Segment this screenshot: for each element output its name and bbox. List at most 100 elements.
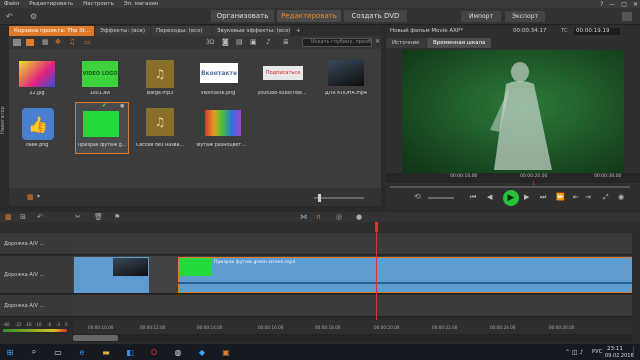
snap-icon[interactable]: ⋈ xyxy=(300,213,307,221)
minimize-icon[interactable]: — xyxy=(609,1,615,8)
maximize-icon[interactable]: □ xyxy=(621,1,627,8)
add-tab-icon[interactable]: + xyxy=(291,26,301,36)
move-icon[interactable]: ✥ xyxy=(55,38,61,46)
magnet-icon[interactable]: ∩ xyxy=(316,213,321,221)
picture-icon[interactable]: ▣ xyxy=(250,38,257,46)
back-icon[interactable]: ↶ xyxy=(6,12,16,21)
prev-frame-icon[interactable]: ◀ xyxy=(487,193,492,201)
layout-icon[interactable] xyxy=(622,12,632,21)
tab-edit[interactable]: Редактировать xyxy=(277,10,341,22)
menu-setup[interactable]: Настроить xyxy=(83,1,114,7)
export-button[interactable]: Экспорт xyxy=(505,11,545,22)
to-start-icon[interactable]: ⏮ xyxy=(470,193,476,202)
thumb-youtube-subscribe[interactable]: Подписаться xyxy=(263,66,303,80)
help-icon[interactable]: ? xyxy=(600,1,603,8)
current-timecode[interactable]: 00:00:19.19 xyxy=(574,28,620,35)
track-lane-3[interactable] xyxy=(73,295,632,317)
edge-icon[interactable]: e xyxy=(76,346,88,358)
opera-icon[interactable]: O xyxy=(148,346,160,358)
fullscreen-icon[interactable]: ⤢ xyxy=(603,193,609,202)
app-icon[interactable]: ▣ xyxy=(220,346,232,358)
show-desktop-button[interactable] xyxy=(633,346,638,358)
menu-edit[interactable]: Редактировать xyxy=(29,1,73,7)
render-icon[interactable]: ◎ xyxy=(336,213,342,221)
timeline-settings-icon[interactable]: ▦ xyxy=(5,213,12,221)
timeline-scrollbar[interactable] xyxy=(73,334,632,342)
trash-icon[interactable]: 🗑 xyxy=(94,213,103,221)
folder-icon[interactable] xyxy=(13,39,21,46)
tab-create-dvd[interactable]: Создать DVD xyxy=(344,10,407,22)
store-icon[interactable]: ◧ xyxy=(124,346,136,358)
tab-sound-effects[interactable]: Звуковые эффекты: (все) xyxy=(212,26,290,36)
audio-note-icon[interactable]: ♫ xyxy=(146,60,174,88)
language-indicator[interactable]: РУС xyxy=(592,349,603,355)
track-add-icon[interactable]: ⊞ xyxy=(20,213,26,221)
item-options-icon[interactable]: ● xyxy=(120,103,124,109)
thumb-like-icon[interactable]: 👍 xyxy=(22,108,54,140)
close-tab-icon[interactable]: ✕ xyxy=(93,28,94,34)
playhead-line[interactable] xyxy=(376,222,377,332)
volume-slider[interactable] xyxy=(428,197,454,199)
mark-out-icon[interactable]: ⇥ xyxy=(585,193,591,201)
tab-project-bin[interactable]: Корзина проекта: The St...✕ xyxy=(9,26,94,36)
task-view-icon[interactable]: ▭ xyxy=(52,346,64,358)
camera-snapshot-icon[interactable]: ◉ xyxy=(618,193,624,201)
clock-date[interactable]: 09.02.2016 xyxy=(605,353,634,359)
track-header-2[interactable]: Дорожка A/V ... xyxy=(0,256,73,294)
folder-orange-icon[interactable] xyxy=(26,39,34,46)
tab-transitions[interactable]: Переходы: (все) xyxy=(151,26,211,36)
scissors-icon[interactable]: ✂ xyxy=(75,213,81,221)
marker-icon[interactable]: ⚑ xyxy=(114,213,120,221)
menu-file[interactable]: Файл xyxy=(4,1,19,7)
thumb-22-jpg[interactable] xyxy=(19,61,55,87)
tab-source[interactable]: Источник xyxy=(386,38,426,48)
thumb-1001-avi[interactable]: VIDEO LOGO xyxy=(82,61,118,87)
grid-view-icon[interactable]: ▦ xyxy=(27,193,34,201)
library-search-input[interactable]: Искать глубину, преобразования xyxy=(302,38,372,47)
view-3d-toggle[interactable]: 3D xyxy=(206,39,214,46)
tray-icons[interactable]: ⌃ ◫ ♪ xyxy=(565,349,583,356)
thumb-dark-video[interactable] xyxy=(328,60,364,86)
track-header-1[interactable]: Дорожка A/V ... xyxy=(0,233,73,255)
loop-icon[interactable]: ⟲ xyxy=(414,192,421,201)
mark-in-icon[interactable]: ⇤ xyxy=(573,193,579,201)
tab-effects[interactable]: Эффекты: (все) xyxy=(95,26,150,36)
camera-icon[interactable]: ◙ xyxy=(222,38,229,46)
media-icon[interactable]: ◍ xyxy=(172,346,184,358)
to-end-icon[interactable]: ⏭ xyxy=(540,193,546,202)
fast-forward-icon[interactable]: ⏩ xyxy=(556,193,565,201)
tab-timeline[interactable]: Временная шкала xyxy=(427,38,491,48)
layers-icon[interactable]: ≣ xyxy=(283,38,289,46)
audio-note-icon[interactable]: ♫ xyxy=(146,108,174,136)
play-button[interactable]: ▶ xyxy=(503,190,519,206)
menu-store[interactable]: Эл. магазин xyxy=(124,1,159,7)
zoom-slider[interactable] xyxy=(314,197,364,199)
next-frame-icon[interactable]: ▶ xyxy=(524,193,529,201)
pinnacle-icon[interactable]: ◆ xyxy=(196,346,208,358)
explorer-icon[interactable]: ▬ xyxy=(100,346,112,358)
tab-organize[interactable]: Организовать xyxy=(211,10,274,22)
scrub-bar[interactable] xyxy=(390,186,630,188)
close-icon[interactable]: ✕ xyxy=(633,1,638,8)
film-icon[interactable]: ▤ xyxy=(236,38,243,46)
search-clear-icon[interactable]: ✕ xyxy=(375,38,380,45)
navigator-side-label[interactable]: Навигатор xyxy=(0,90,8,150)
settings-gear-icon[interactable]: ⚙ xyxy=(30,12,40,21)
filter-icon[interactable]: ▦ xyxy=(42,38,49,46)
audio-icon[interactable]: ♪ xyxy=(266,38,270,46)
track-header-3[interactable]: Дорожка A/V ... xyxy=(0,295,73,317)
search-icon[interactable]: ⌕ xyxy=(28,346,40,358)
music-icon[interactable]: ♫ xyxy=(69,38,75,46)
record-icon[interactable]: ● xyxy=(356,213,362,221)
thumb-rainbow-video[interactable] xyxy=(205,110,241,136)
track-lane-1[interactable] xyxy=(73,233,632,255)
timeline-scroll-thumb[interactable] xyxy=(73,335,118,341)
video-preview[interactable] xyxy=(402,50,624,173)
undo-icon[interactable]: ↶ xyxy=(37,213,43,221)
view-menu-icon[interactable]: ▾ xyxy=(37,193,40,200)
clip-icon[interactable]: ▭ xyxy=(84,38,91,46)
thumb-vkontakte[interactable]: Вконтакте xyxy=(200,63,238,83)
zoom-slider-handle[interactable] xyxy=(318,194,321,202)
thumb-ghost-greenscreen[interactable] xyxy=(83,111,119,137)
clock-time[interactable]: 23:11 xyxy=(607,346,623,352)
